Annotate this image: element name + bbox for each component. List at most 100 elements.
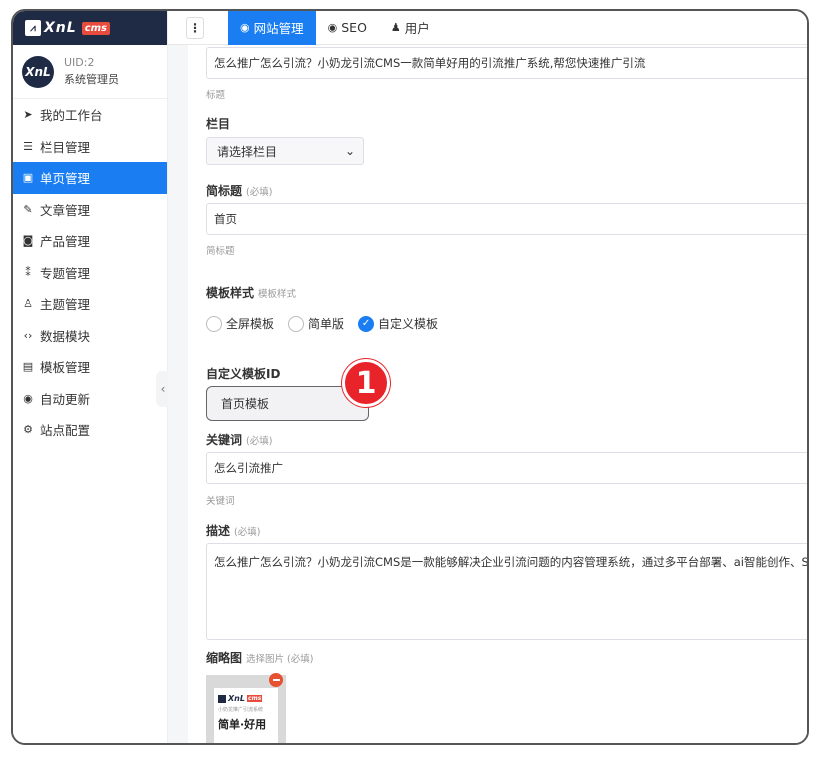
more-menu-button[interactable]: ⋮ xyxy=(186,16,204,39)
thumbnail-image: XnL cms 小奶龙推广引流系统 简单·好用 xyxy=(214,688,278,743)
radio-label: 全屏模板 xyxy=(226,317,275,331)
tab-label: SEO xyxy=(341,20,367,35)
sidebar-item-workbench[interactable]: ➤ 我的工作台 xyxy=(13,99,167,131)
keywords-label: 关键词 (必填) xyxy=(206,431,272,448)
check-icon: ✓ xyxy=(358,315,375,332)
keywords-label-text: 关键词 xyxy=(206,433,243,447)
logo-mark-icon: ⩘ xyxy=(25,20,41,36)
template-style-options: 全屏模板 简单版 ✓ 自定义模板 xyxy=(206,315,438,332)
required-note: (必填) xyxy=(246,436,273,447)
thumbnail-sub[interactable]: 选择图片 (必填) xyxy=(246,654,313,665)
product-icon: ◙ xyxy=(22,234,34,248)
required-note: (必填) xyxy=(234,527,261,538)
tab-seo[interactable]: ◉ SEO xyxy=(316,11,379,45)
chevron-down-icon: ⌄ xyxy=(344,144,355,158)
user-uid: UID:2 xyxy=(64,56,95,69)
thumbnail-headline: 简单·好用 xyxy=(218,718,267,731)
app-window: ⩘ XnL cms XnL UID:2 系统管理员 ➤ 我的工作台 ☰ 栏目管理… xyxy=(11,9,809,745)
sidebar-item-label: 数据模块 xyxy=(40,328,91,344)
sidebar-item-label: 文章管理 xyxy=(40,202,91,218)
sidebar-item-articles[interactable]: ✎ 文章管理 xyxy=(13,194,167,226)
short-title-hint: 简标题 xyxy=(206,246,235,257)
short-title-input[interactable]: 首页 xyxy=(206,203,807,235)
keywords-hint: 关键词 xyxy=(206,496,235,507)
logo[interactable]: ⩘ XnL cms xyxy=(13,11,167,45)
template-icon: ▤ xyxy=(22,360,34,374)
tab-label: 网站管理 xyxy=(253,21,304,36)
sidebar-item-label: 产品管理 xyxy=(40,234,91,250)
compass-icon: ◉ xyxy=(240,21,250,34)
tab-site-management[interactable]: ◉ 网站管理 xyxy=(228,11,316,45)
user-profile[interactable]: XnL UID:2 系统管理员 xyxy=(13,45,167,99)
sidebar-item-label: 专题管理 xyxy=(40,265,91,281)
category-label: 栏目 xyxy=(206,117,231,131)
keywords-input[interactable]: 怎么引流推广 xyxy=(206,452,807,484)
pen-icon: ✎ xyxy=(23,202,33,216)
tab-users[interactable]: ♟ 用户 xyxy=(379,11,442,45)
code-icon: ‹› xyxy=(23,328,33,342)
short-title-label: 简标题 (必填) xyxy=(206,182,272,199)
sidebar-item-label: 站点配置 xyxy=(40,423,91,439)
sidebar-item-pages[interactable]: ▣ 单页管理 xyxy=(13,162,167,194)
sidebar-item-label: 模板管理 xyxy=(40,360,91,376)
radio-label: 简单版 xyxy=(308,317,345,331)
config-icon: ⚙ xyxy=(23,423,33,437)
logo-badge: cms xyxy=(81,21,110,35)
template-style-label: 模板样式 模板样式 xyxy=(206,284,296,301)
radio-fullscreen[interactable]: 全屏模板 xyxy=(206,315,274,332)
main-content: 怎么推广怎么引流？小奶龙引流CMS一款简单好用的引流推广系统,帮您快速推广引流 … xyxy=(168,45,807,743)
sidebar-item-label: 我的工作台 xyxy=(40,108,103,124)
thumbnail-logo: XnL cms xyxy=(218,694,274,703)
list-icon: ☰ xyxy=(23,139,33,153)
logo-text: XnL xyxy=(44,20,77,36)
remove-thumbnail-icon[interactable] xyxy=(269,673,283,687)
sidebar-item-auto-update[interactable]: ◉ 自动更新 xyxy=(13,383,167,415)
sidebar-item-label: 栏目管理 xyxy=(40,139,91,155)
thumbnail-slogan: 小奶龙推广引流系统 xyxy=(218,707,264,713)
sidebar-item-templates[interactable]: ▤ 模板管理 xyxy=(13,351,167,383)
step-marker-badge: 1 xyxy=(342,359,390,407)
sidebar-item-categories[interactable]: ☰ 栏目管理 xyxy=(13,131,167,163)
radio-circle xyxy=(206,315,222,332)
radio-circle xyxy=(288,315,305,332)
rocket-icon: ➤ xyxy=(23,108,33,122)
short-title-label-text: 简标题 xyxy=(206,184,243,198)
page-icon: ▣ xyxy=(22,171,34,185)
sidebar-item-label: 主题管理 xyxy=(40,297,91,313)
template-style-label-text: 模板样式 xyxy=(206,286,255,300)
sidebar-item-label: 自动更新 xyxy=(40,391,91,407)
user-icon: ♟ xyxy=(390,21,401,34)
tab-label: 用户 xyxy=(404,21,430,36)
category-select[interactable]: 请选择栏目 ⌄ xyxy=(206,137,364,165)
custom-template-label: 自定义模板ID xyxy=(206,367,281,381)
radio-custom[interactable]: ✓ 自定义模板 xyxy=(358,315,438,332)
top-bar: ⋮ ◉ 网站管理 ◉ SEO ♟ 用户 xyxy=(168,11,807,45)
theme-icon: ♙ xyxy=(23,297,33,311)
thumbnail-preview[interactable]: XnL cms 小奶龙推广引流系统 简单·好用 xyxy=(206,673,286,743)
description-label: 描述 (必填) xyxy=(206,522,260,539)
title-input[interactable]: 怎么推广怎么引流？小奶龙引流CMS一款简单好用的引流推广系统,帮您快速推广引流 xyxy=(206,47,807,79)
thumbnail-brand: XnL xyxy=(228,694,245,703)
update-icon: ◉ xyxy=(23,391,33,405)
avatar: XnL xyxy=(22,55,54,88)
sidebar-item-site-config[interactable]: ⚙ 站点配置 xyxy=(13,414,167,446)
chevron-left-icon: ‹ xyxy=(160,382,166,396)
sidebar-item-data-modules[interactable]: ‹› 数据模块 xyxy=(13,320,167,352)
user-role: 系统管理员 xyxy=(64,73,119,86)
category-selected: 请选择栏目 xyxy=(217,144,278,159)
description-textarea[interactable]: 怎么推广怎么引流？小奶龙引流CMS是一款能够解决企业引流问题的内容管理系统，通过… xyxy=(206,543,807,640)
required-note: (必填) xyxy=(246,187,273,198)
thumbnail-badge: cms xyxy=(246,695,263,702)
sidebar: ⩘ XnL cms XnL UID:2 系统管理员 ➤ 我的工作台 ☰ 栏目管理… xyxy=(13,11,168,743)
sidebar-item-topics[interactable]: ⁑ 专题管理 xyxy=(13,257,167,289)
title-hint: 标题 xyxy=(206,90,226,101)
description-label-text: 描述 xyxy=(206,524,231,538)
radio-label: 自定义模板 xyxy=(378,317,439,331)
vertical-dots-icon: ⋮ xyxy=(189,20,201,35)
sidebar-item-products[interactable]: ◙ 产品管理 xyxy=(13,225,167,257)
sidebar-item-themes[interactable]: ♙ 主题管理 xyxy=(13,288,167,320)
radio-simple[interactable]: 简单版 xyxy=(288,315,344,332)
template-style-sub: 模板样式 xyxy=(258,289,297,300)
compass-icon: ◉ xyxy=(327,21,338,34)
topic-icon: ⁑ xyxy=(25,265,31,279)
